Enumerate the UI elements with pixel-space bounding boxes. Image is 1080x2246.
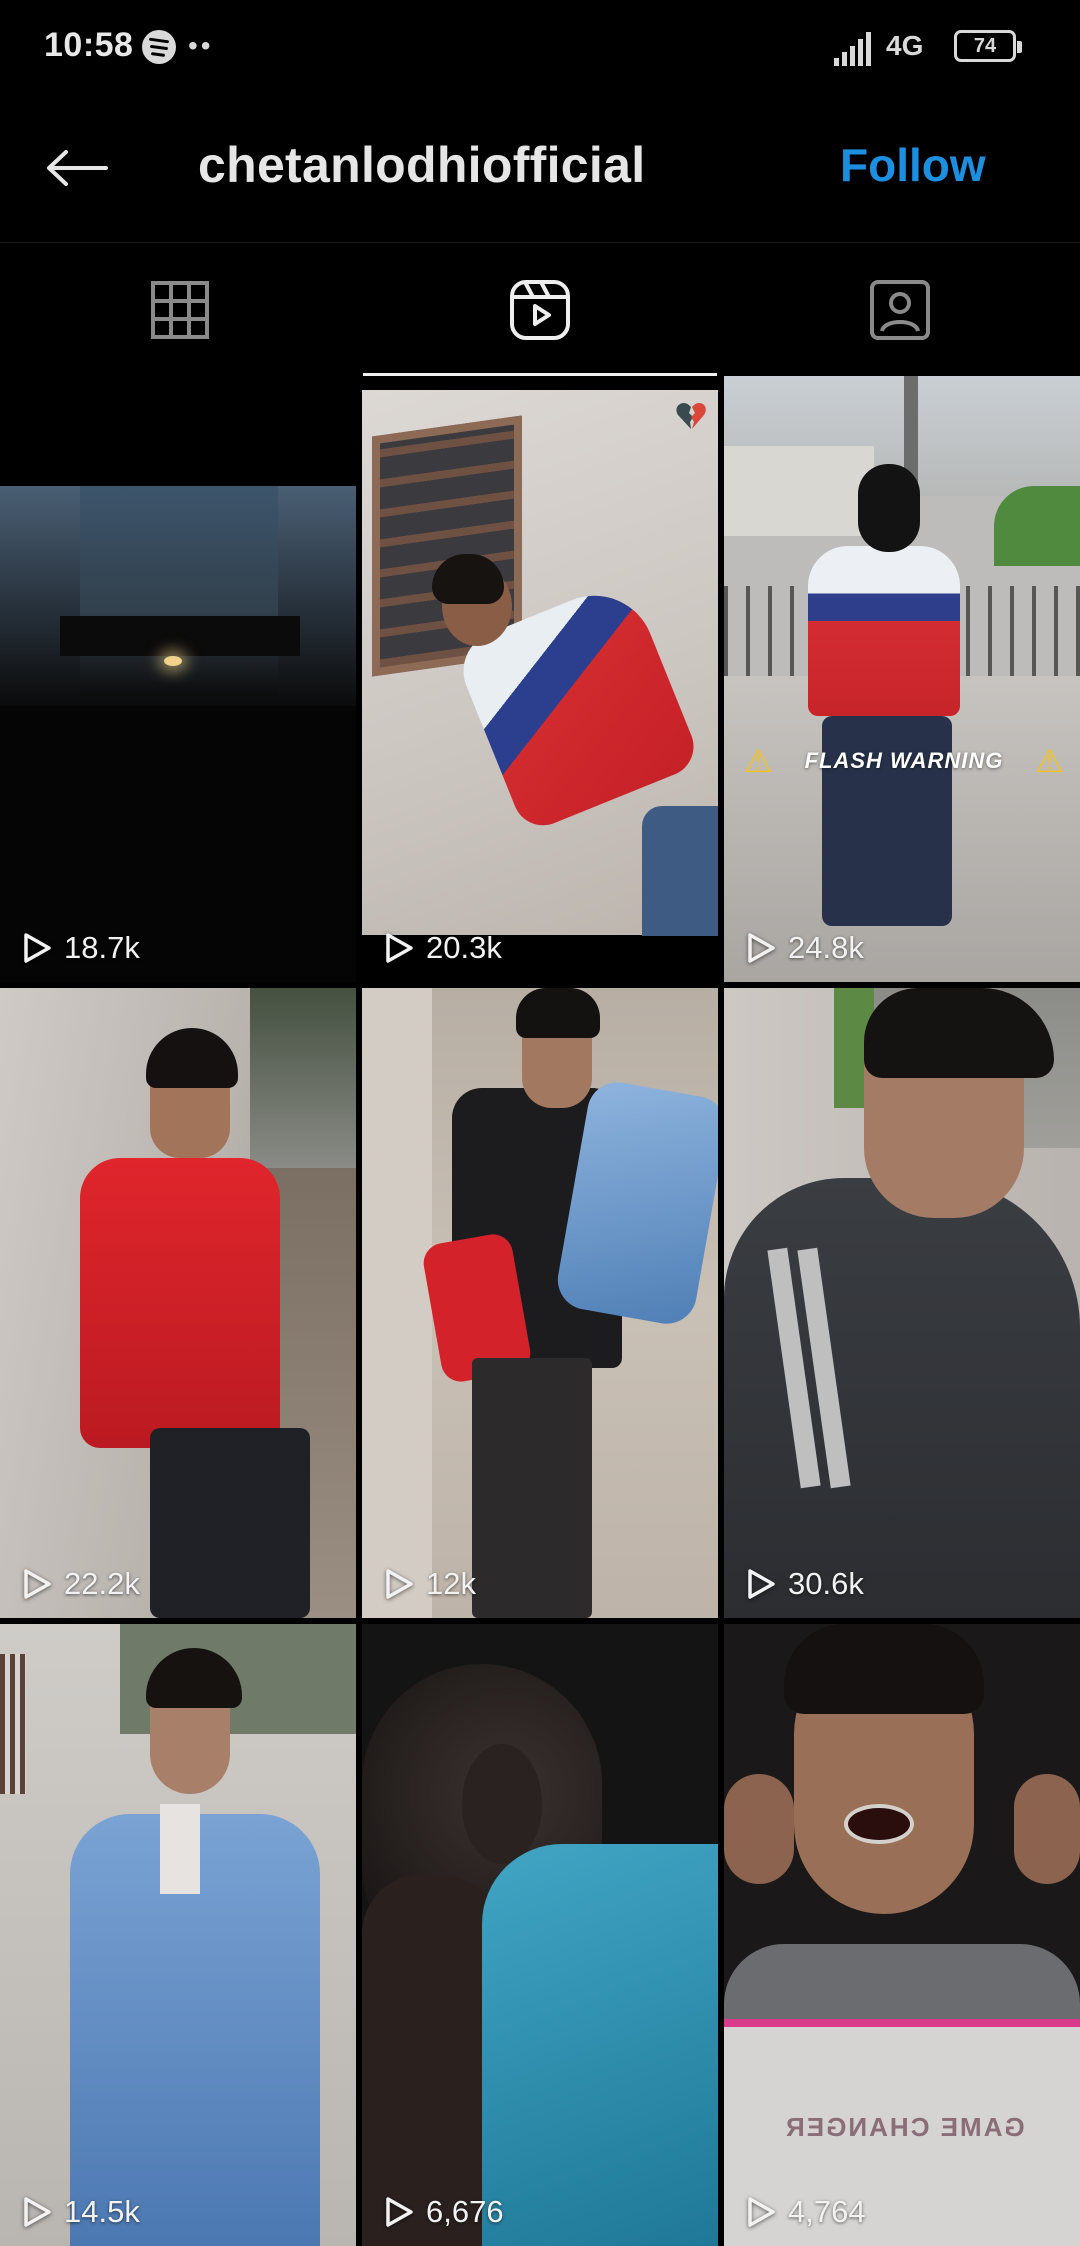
- play-count-text: 6,676: [426, 2194, 504, 2229]
- reel-thumbnail[interactable]: 20.3k: [362, 376, 718, 982]
- play-count-text: 12k: [426, 1566, 476, 1601]
- reel-thumbnail[interactable]: 22.2k: [0, 988, 356, 1618]
- play-icon: [748, 933, 775, 963]
- reel-thumbnail[interactable]: 14.5k: [0, 1624, 356, 2246]
- reel-thumbnail[interactable]: 30.6k: [724, 988, 1080, 1618]
- battery-icon: 74: [954, 30, 1022, 62]
- signal-icon: [834, 30, 878, 66]
- tab-posts[interactable]: [0, 243, 360, 377]
- play-icon: [386, 1569, 413, 1599]
- play-icon: [24, 1569, 51, 1599]
- tab-tagged[interactable]: [720, 243, 1080, 377]
- play-icon: [24, 2197, 51, 2227]
- play-count-text: 4,764: [788, 2194, 866, 2229]
- warning-icon: ⚠: [1035, 743, 1064, 779]
- back-button[interactable]: [40, 132, 112, 204]
- play-count: 12k: [384, 1566, 476, 1602]
- grid-icon: [151, 281, 209, 339]
- play-count-text: 30.6k: [788, 1566, 864, 1601]
- play-icon: [748, 1569, 775, 1599]
- play-count: 14.5k: [22, 2194, 140, 2230]
- status-time: 10:58: [44, 26, 134, 64]
- reel-thumbnail[interactable]: 12k: [362, 988, 718, 1618]
- play-icon: [24, 933, 51, 963]
- play-count: 18.7k: [22, 930, 140, 966]
- warning-icon: ⚠: [744, 743, 773, 779]
- caption-text: FLASH WARNING: [804, 748, 1004, 773]
- broken-heart-icon: [676, 402, 706, 430]
- tab-reels[interactable]: [360, 243, 720, 377]
- play-count-text: 24.8k: [788, 930, 864, 965]
- page-title-username: chetanlodhiofficial: [198, 137, 646, 193]
- play-count-text: 22.2k: [64, 1566, 140, 1601]
- reel-thumbnail[interactable]: 18.7k: [0, 376, 356, 982]
- reel-thumbnail[interactable]: ⚠ FLASH WARNING ⚠ 24.8k: [724, 376, 1080, 982]
- tagged-icon: [870, 280, 930, 340]
- play-count-text: 14.5k: [64, 2194, 140, 2229]
- follow-button[interactable]: Follow: [840, 138, 986, 192]
- play-count: 24.8k: [746, 930, 864, 966]
- flash-warning-caption: ⚠ FLASH WARNING ⚠: [744, 742, 1064, 780]
- network-type: 4G: [886, 30, 924, 61]
- play-icon: [386, 933, 413, 963]
- profile-tabs: [0, 242, 1080, 377]
- status-bar: 10:58 •• 4G 74: [0, 0, 1080, 96]
- play-count: 20.3k: [384, 930, 502, 966]
- shirt-print: GAME CHANGER: [784, 2112, 1025, 2142]
- play-count: 4,764: [746, 2194, 866, 2230]
- play-count-text: 18.7k: [64, 930, 140, 965]
- play-count: 22.2k: [22, 1566, 140, 1602]
- play-count: 30.6k: [746, 1566, 864, 1602]
- reels-icon: [510, 280, 570, 340]
- more-dots-icon: ••: [188, 30, 214, 61]
- battery-level: 74: [973, 35, 997, 57]
- play-icon: [386, 2197, 413, 2227]
- reel-thumbnail[interactable]: GAME CHANGER 4,764: [724, 1624, 1080, 2246]
- play-count: 6,676: [384, 2194, 504, 2230]
- profile-header: chetanlodhiofficial Follow: [0, 96, 1080, 242]
- play-icon: [748, 2197, 775, 2227]
- arrow-left-icon: [47, 150, 108, 186]
- reel-thumbnail[interactable]: 6,676: [362, 1624, 718, 2246]
- play-count-text: 20.3k: [426, 930, 502, 965]
- spotify-icon: [142, 30, 176, 64]
